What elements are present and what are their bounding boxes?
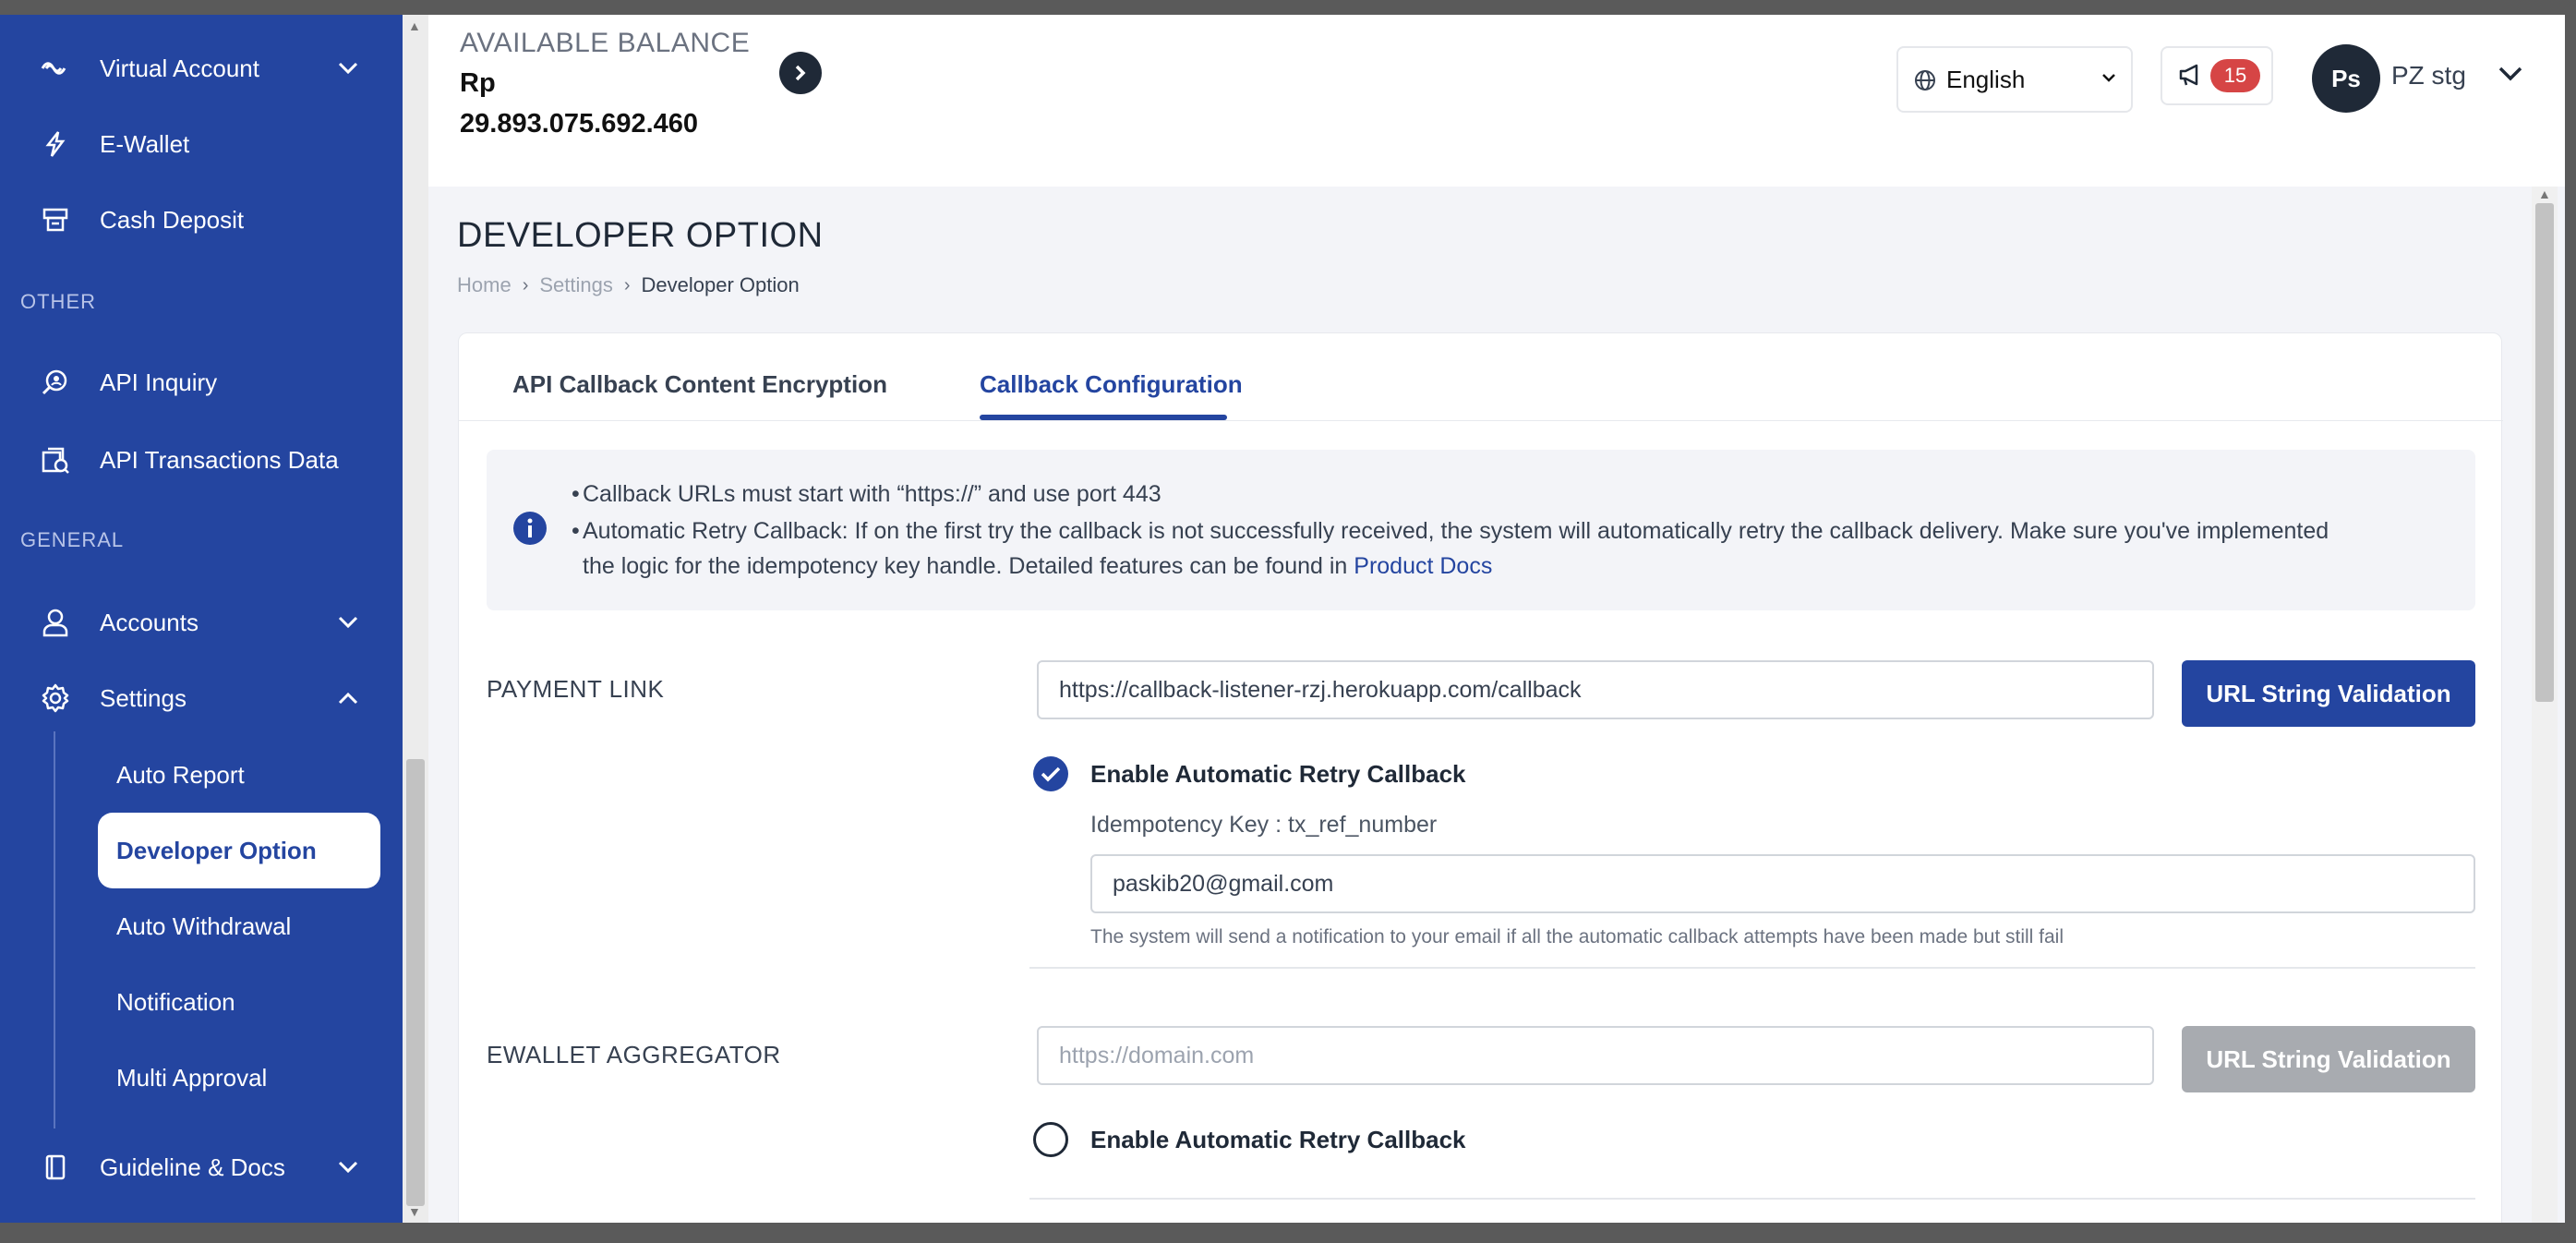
sidebar-item-accounts[interactable]: Accounts xyxy=(0,593,403,652)
sidebar-item-api-transactions[interactable]: API Transactions Data xyxy=(0,430,403,489)
ewallet-aggregator-label: EWALLET AGGREGATOR xyxy=(487,1041,781,1068)
tab-divider xyxy=(459,420,2503,421)
sidebar: Virtual Account E-Wallet Cash Deposit OT… xyxy=(0,15,403,1223)
notification-email-input[interactable]: paskib20@gmail.com xyxy=(1090,854,2475,913)
info-line-1: Callback URLs must start with “https://”… xyxy=(583,481,1162,507)
app-window: Virtual Account E-Wallet Cash Deposit OT… xyxy=(0,15,2565,1223)
ewallet-retry-label[interactable]: Enable Automatic Retry Callback xyxy=(1090,1126,1466,1154)
sidebar-subitem-notification[interactable]: Notification xyxy=(98,964,380,1040)
sidebar-item-label: Accounts xyxy=(100,608,199,636)
sidebar-subitem-auto-withdrawal[interactable]: Auto Withdrawal xyxy=(98,888,380,964)
scroll-up-arrow-icon[interactable]: ▲ xyxy=(2538,187,2551,201)
chevron-down-icon[interactable] xyxy=(334,54,362,82)
notification-button[interactable]: 15 xyxy=(2161,46,2273,105)
top-header: AVAILABLE BALANCE Rp 29.893.075.692.460 … xyxy=(428,15,2565,187)
page-title: DEVELOPER OPTION xyxy=(457,216,824,255)
breadcrumb-home[interactable]: Home xyxy=(457,273,512,297)
payment-link-validate-button[interactable]: URL String Validation xyxy=(2182,660,2475,727)
sidebar-item-label: Cash Deposit xyxy=(100,205,245,234)
language-value: English xyxy=(1946,65,2026,93)
language-select[interactable]: English xyxy=(1896,46,2133,113)
sidebar-scrollbar[interactable]: ▲ ▼ xyxy=(403,15,428,1223)
gear-icon xyxy=(37,680,74,717)
checkmark-icon xyxy=(1041,766,1061,782)
sidebar-item-label: API Inquiry xyxy=(100,368,218,396)
bullet-icon: • xyxy=(572,481,580,507)
chevron-down-icon[interactable] xyxy=(334,1153,362,1181)
sidebar-subitem-auto-report[interactable]: Auto Report xyxy=(98,737,380,813)
ewallet-icon xyxy=(37,126,74,163)
chevron-up-icon[interactable] xyxy=(334,684,362,712)
breadcrumb-separator-icon: › xyxy=(623,274,631,296)
info-icon xyxy=(513,512,547,545)
scroll-up-arrow-icon[interactable]: ▲ xyxy=(408,18,421,33)
ewallet-retry-checkbox[interactable] xyxy=(1033,1122,1068,1157)
virtual-account-icon xyxy=(37,50,74,87)
info-line-2: Automatic Retry Callback: If on the firs… xyxy=(583,518,2329,544)
globe-icon xyxy=(1915,70,1935,91)
cash-deposit-icon xyxy=(37,201,74,238)
payment-link-url-input[interactable]: https://callback-listener-rzj.herokuapp.… xyxy=(1037,660,2154,719)
sidebar-scrollbar-thumb[interactable] xyxy=(406,759,425,1206)
breadcrumb-current: Developer Option xyxy=(641,273,800,296)
payment-link-label: PAYMENT LINK xyxy=(487,675,665,703)
notification-count-badge: 15 xyxy=(2210,59,2260,92)
payment-link-retry-label[interactable]: Enable Automatic Retry Callback xyxy=(1090,760,1466,789)
sidebar-item-label: Settings xyxy=(100,683,187,712)
info-line-3: the logic for the idempotency key handle… xyxy=(583,553,1492,580)
avatar[interactable]: Ps xyxy=(2312,44,2380,113)
balance-currency: Rp xyxy=(460,68,496,98)
breadcrumb-settings[interactable]: Settings xyxy=(539,273,613,297)
balance-label: AVAILABLE BALANCE xyxy=(460,28,751,58)
breadcrumb: Home › Settings › Developer Option xyxy=(457,273,800,297)
sidebar-item-settings[interactable]: Settings xyxy=(0,669,403,728)
tab-api-callback-encryption[interactable]: API Callback Content Encryption xyxy=(512,370,887,399)
sidebar-item-label: API Transactions Data xyxy=(100,445,339,474)
sidebar-subitem-developer-option[interactable]: Developer Option xyxy=(98,813,380,888)
chevron-down-icon xyxy=(2102,74,2115,82)
info-box: • Callback URLs must start with “https:/… xyxy=(487,450,2475,610)
ewallet-url-input[interactable]: https://domain.com xyxy=(1037,1026,2154,1085)
user-icon xyxy=(37,604,74,641)
api-transactions-icon xyxy=(37,441,74,478)
sidebar-item-cash-deposit[interactable]: Cash Deposit xyxy=(0,190,403,249)
developer-option-card: API Callback Content Encryption Callback… xyxy=(458,332,2503,1223)
sidebar-item-virtual-account[interactable]: Virtual Account xyxy=(0,39,403,98)
ewallet-validate-button[interactable]: URL String Validation xyxy=(2182,1026,2475,1092)
book-icon xyxy=(37,1149,74,1186)
sidebar-item-label: Guideline & Docs xyxy=(100,1152,285,1181)
bullet-icon: • xyxy=(572,518,580,544)
product-docs-link[interactable]: Product Docs xyxy=(1354,553,1492,579)
balance-value: 29.893.075.692.460 xyxy=(460,109,699,139)
breadcrumb-separator-icon: › xyxy=(522,274,529,296)
megaphone-icon xyxy=(2179,64,2198,86)
sidebar-item-label: Virtual Account xyxy=(100,54,259,82)
api-inquiry-icon xyxy=(37,364,74,401)
sidebar-item-guideline[interactable]: Guideline & Docs xyxy=(0,1138,403,1197)
row-divider xyxy=(1029,1198,2475,1200)
user-name[interactable]: PZ stg xyxy=(2391,61,2466,91)
payment-link-retry-checkbox[interactable] xyxy=(1033,756,1068,791)
sidebar-subitem-multi-approval[interactable]: Multi Approval xyxy=(98,1040,380,1116)
info-line-3-text: the logic for the idempotency key handle… xyxy=(583,553,1354,579)
sidebar-item-api-inquiry[interactable]: API Inquiry xyxy=(0,353,403,412)
scroll-down-arrow-icon[interactable]: ▼ xyxy=(408,1204,421,1219)
sidebar-item-label: E-Wallet xyxy=(100,129,190,158)
balance-details-button[interactable] xyxy=(779,52,822,94)
chevron-down-icon[interactable] xyxy=(2497,65,2524,83)
sidebar-section-other: OTHER xyxy=(20,290,96,313)
chevron-down-icon[interactable] xyxy=(334,609,362,636)
idempotency-key-text: Idempotency Key : tx_ref_number xyxy=(1090,812,1438,838)
submenu-line xyxy=(54,731,55,1128)
sidebar-section-general: GENERAL xyxy=(20,528,125,551)
email-help-text: The system will send a notification to y… xyxy=(1090,926,2064,947)
tab-callback-configuration[interactable]: Callback Configuration xyxy=(980,370,1243,399)
row-divider xyxy=(1029,967,2475,969)
page-scrollbar[interactable]: ▲ xyxy=(2532,187,2558,1223)
chevron-right-icon xyxy=(795,65,806,81)
page-scrollbar-thumb[interactable] xyxy=(2535,203,2554,702)
sidebar-item-ewallet[interactable]: E-Wallet xyxy=(0,115,403,174)
